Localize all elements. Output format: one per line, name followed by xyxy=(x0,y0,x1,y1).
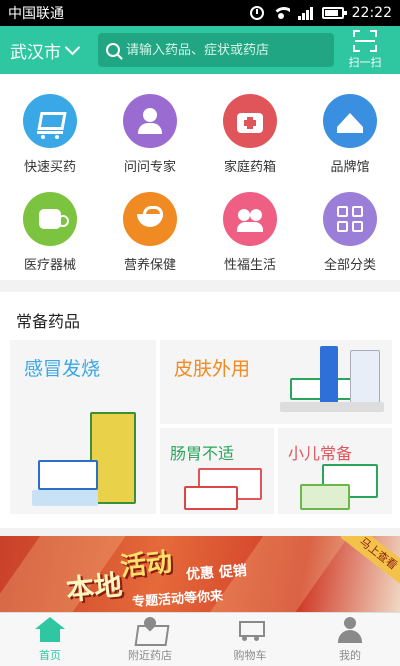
banner-deals-text: 优惠 促销 xyxy=(185,562,248,584)
category-intimate-life[interactable]: 性福生活 xyxy=(200,182,300,280)
medicine-box-image xyxy=(320,346,338,410)
category-label: 家庭药箱 xyxy=(223,160,276,175)
device-icon xyxy=(23,192,77,246)
medkit-icon xyxy=(223,94,277,148)
category-label: 营养保健 xyxy=(123,258,176,273)
search-input[interactable] xyxy=(126,42,326,58)
category-label: 快速买药 xyxy=(23,160,76,175)
category-ask-expert[interactable]: 问问专家 xyxy=(100,84,200,182)
city-selector[interactable]: 武汉市 xyxy=(10,38,98,63)
medicine-box-image xyxy=(280,402,384,412)
tab-cart[interactable]: 购物车 xyxy=(200,613,300,666)
tile-cold-fever[interactable]: 感冒发烧 xyxy=(10,340,156,514)
common-medicines-section: 常备药品 感冒发烧 皮肤外用 肠胃不适 小儿常备 xyxy=(0,292,400,528)
search-icon xyxy=(106,43,120,57)
user-icon xyxy=(335,616,365,643)
clock: 22:22 xyxy=(351,5,392,21)
medicine-box-image xyxy=(300,484,350,510)
scan-label: 扫一扫 xyxy=(348,56,382,69)
category-brands[interactable]: 品牌馆 xyxy=(300,84,400,182)
category-family-medkit[interactable]: 家庭药箱 xyxy=(200,84,300,182)
cart-icon xyxy=(235,617,265,643)
tab-label: 首页 xyxy=(39,648,61,662)
category-grid: 快速买药 问问专家 家庭药箱 品牌馆 医疗器械 营养保健 性福生活 全部分类 xyxy=(0,74,400,280)
bowl-icon xyxy=(123,192,177,246)
category-label: 性福生活 xyxy=(223,258,276,273)
medicine-box-image xyxy=(38,460,98,490)
category-label: 品牌馆 xyxy=(330,160,370,175)
couple-icon xyxy=(223,192,277,246)
chevron-down-icon xyxy=(64,39,81,56)
cart-icon xyxy=(23,94,77,148)
tile-label: 肠胃不适 xyxy=(170,444,235,463)
banner-view-now[interactable]: 马上查看 xyxy=(340,536,400,587)
tile-stomach[interactable]: 肠胃不适 xyxy=(160,428,274,514)
tab-nearby-pharmacy[interactable]: 附近药店 xyxy=(100,613,200,666)
medicine-tiles: 感冒发烧 皮肤外用 肠胃不适 小儿常备 xyxy=(10,340,392,514)
doctor-icon xyxy=(123,94,177,148)
tab-label: 购物车 xyxy=(233,648,267,662)
scan-icon xyxy=(353,30,377,52)
medicine-box-image xyxy=(350,350,380,408)
category-label: 问问专家 xyxy=(123,160,176,175)
category-label: 全部分类 xyxy=(323,258,376,273)
wifi-icon xyxy=(271,7,290,19)
section-title: 常备药品 xyxy=(16,312,81,331)
tab-home[interactable]: 首页 xyxy=(0,613,100,666)
category-medical-devices[interactable]: 医疗器械 xyxy=(0,182,100,280)
alarm-icon xyxy=(249,6,264,20)
scan-button[interactable]: 扫一扫 xyxy=(340,30,390,70)
category-all[interactable]: 全部分类 xyxy=(300,182,400,280)
home-icon xyxy=(35,616,65,643)
banner-local-text: 本地 xyxy=(64,568,124,607)
battery-icon xyxy=(321,7,347,19)
status-bar: 中国联通 22:22 xyxy=(0,0,400,26)
signal-icon xyxy=(297,6,314,20)
category-quick-buy[interactable]: 快速买药 xyxy=(0,84,100,182)
tile-label: 感冒发烧 xyxy=(24,358,101,380)
carrier-label: 中国联通 xyxy=(8,6,64,22)
tile-label: 小儿常备 xyxy=(288,444,353,463)
grid-icon xyxy=(323,192,377,246)
medicine-box-image xyxy=(184,486,238,510)
promo-banner[interactable]: 本地 活动 优惠 促销 专题活动等你来 马上查看 xyxy=(0,536,400,612)
tile-children[interactable]: 小儿常备 xyxy=(278,428,392,514)
tab-label: 我的 xyxy=(339,648,361,662)
map-icon xyxy=(135,617,165,643)
banner-activity-text: 活动 xyxy=(118,547,174,583)
category-nutrition[interactable]: 营养保健 xyxy=(100,182,200,280)
tab-label: 附近药店 xyxy=(128,648,172,662)
banner-topics-text: 专题活动等你来 xyxy=(131,588,224,611)
tab-mine[interactable]: 我的 xyxy=(300,613,400,666)
top-header: 武汉市 扫一扫 xyxy=(0,26,400,74)
city-name: 武汉市 xyxy=(10,42,61,63)
category-label: 医疗器械 xyxy=(23,258,76,273)
tile-skin-topical[interactable]: 皮肤外用 xyxy=(160,340,392,424)
medicine-box-image xyxy=(32,490,98,506)
crown-icon xyxy=(323,94,377,148)
bottom-tab-bar: 首页 附近药店 购物车 我的 xyxy=(0,612,400,666)
search-box[interactable] xyxy=(98,33,334,67)
tile-label: 皮肤外用 xyxy=(174,358,251,380)
status-icons: 22:22 xyxy=(249,5,392,21)
